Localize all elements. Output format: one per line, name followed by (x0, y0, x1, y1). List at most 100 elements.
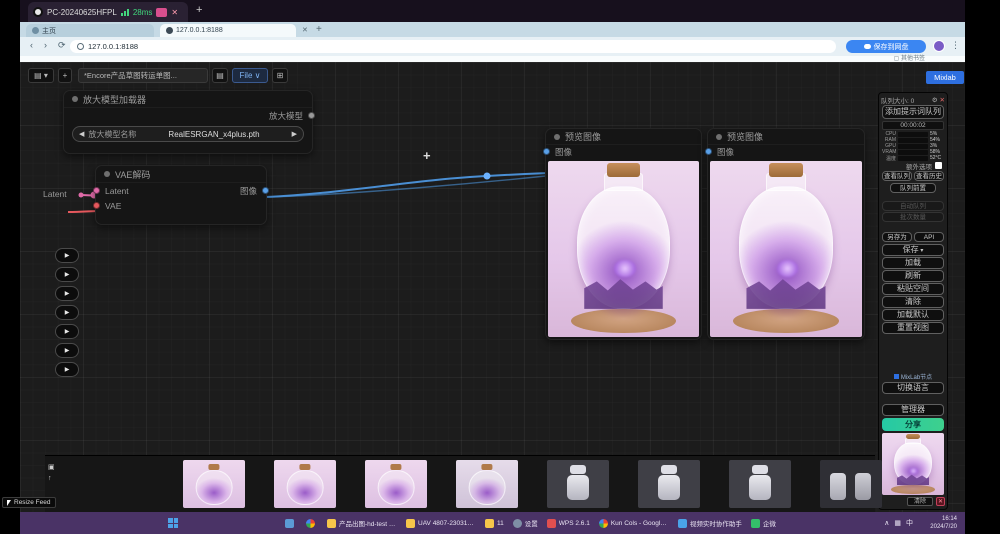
feed-thumbnail[interactable] (638, 460, 700, 508)
browser-tab-comfyui[interactable]: 127.0.0.1:8188 (160, 24, 296, 37)
taskbar-item[interactable]: 企微 (751, 518, 776, 528)
feed-thumbnail[interactable] (274, 460, 336, 508)
remote-session-tab[interactable]: PC-20240625HFPL 28ms ✕ (28, 2, 188, 22)
collapse-dot-icon[interactable] (554, 134, 560, 140)
menu-button[interactable]: 加载默认 (882, 309, 944, 321)
extra-options-row[interactable]: 额外选项 (881, 161, 945, 170)
input-slot-latent[interactable]: Latent (104, 186, 129, 196)
feed-thumbnail[interactable] (820, 460, 882, 508)
reload-icon[interactable]: ⟳ (58, 40, 66, 51)
node-title-bar[interactable]: VAE解码 (96, 166, 266, 183)
new-tab-button[interactable]: + (316, 24, 322, 35)
latest-output-thumbnail[interactable] (882, 433, 944, 495)
output-pin[interactable] (308, 112, 315, 119)
node-preview-image-1[interactable]: 预览图像 图像 (545, 128, 702, 340)
collapsed-node-pill[interactable]: ▶ (55, 286, 79, 301)
taskbar-item[interactable]: WPS 2.6.1 (547, 519, 590, 528)
dim-option-button[interactable]: 批次数量 (882, 212, 944, 222)
manager-button[interactable]: 管理器 (882, 404, 944, 416)
collapsed-node-pill[interactable]: ▶ (55, 305, 79, 320)
profile-avatar[interactable] (933, 40, 945, 52)
taskbar-item[interactable]: 11 (485, 519, 504, 528)
taskbar-item[interactable] (285, 519, 297, 528)
tray-icon[interactable]: ▦ (894, 519, 901, 527)
node-title-bar[interactable]: 预览图像 (546, 129, 701, 145)
forward-icon[interactable]: › (44, 40, 47, 50)
input-slot-vae[interactable]: VAE (96, 198, 266, 213)
save-as-button[interactable]: 另存为 (882, 232, 912, 242)
file-menu-button[interactable]: File ∨ (232, 68, 268, 83)
node-title-bar[interactable]: 预览图像 (708, 129, 864, 145)
collapse-dot-icon[interactable] (716, 134, 722, 140)
node-vae-decode[interactable]: VAE解码 Latent 图像 VAE (95, 165, 267, 225)
tray-icon[interactable]: 中 (906, 518, 913, 528)
extra-options-checkbox[interactable] (935, 162, 942, 169)
browser-tab-home[interactable]: 主页 (26, 24, 154, 37)
mixlab-nodes-row[interactable]: MixLab节点 (881, 372, 945, 381)
node-upscale-model-loader[interactable]: 放大模型加载器 放大模型 ◀ 放大模型名称 RealESRGAN_x4plus.… (63, 90, 313, 154)
new-workflow-button[interactable]: + (58, 68, 72, 83)
taskbar-item[interactable]: 产品出图-hd-test week (327, 518, 397, 528)
queue-front-button[interactable]: 队列前置 (890, 183, 936, 193)
output-slot-upscale-model[interactable]: 放大模型 (64, 108, 312, 123)
input-slot-image[interactable]: 图像 (708, 145, 864, 158)
menu-button[interactable]: 粘贴空间 (882, 283, 944, 295)
image-input-pin[interactable] (543, 148, 550, 155)
address-bar[interactable]: 127.0.0.1:8188 (70, 40, 836, 53)
collapsed-node-pill[interactable]: ▶ (55, 343, 79, 358)
taskbar-clock[interactable]: 16:14 2024/7/20 (930, 515, 957, 531)
next-value-icon[interactable]: ▶ (292, 130, 297, 138)
input-slot-image[interactable]: 图像 (546, 145, 701, 158)
new-session-button[interactable]: + (196, 4, 202, 16)
back-icon[interactable]: ‹ (30, 40, 33, 50)
settings-gear-icon[interactable]: ⚙ (932, 96, 938, 104)
workflow-folder-button[interactable]: ▤ ▾ (28, 68, 54, 83)
mixlab-button[interactable]: Mixlab (926, 71, 964, 84)
queue-prompt-button[interactable]: 添加提示词队列 (882, 105, 944, 119)
feed-thumbnail[interactable] (547, 460, 609, 508)
close-session-icon[interactable]: ✕ (171, 8, 178, 17)
model-name-widget[interactable]: ◀ 放大模型名称 RealESRGAN_x4plus.pth ▶ (72, 126, 304, 142)
menu-button[interactable]: 重置视图 (882, 322, 944, 334)
menu-button[interactable]: 清除 (882, 296, 944, 308)
node-graph-canvas[interactable]: ▤ ▾ + *Encore产品草图转运单图... ▤ File ∨ ⊞ Mixl… (20, 62, 965, 512)
taskbar-item[interactable]: UAV 4807-230312-1736 (406, 519, 476, 528)
feed-thumbnail[interactable] (456, 460, 518, 508)
view-button[interactable]: 查看队列 (882, 171, 912, 181)
taskbar-item[interactable] (306, 519, 318, 528)
panel-close-icon[interactable]: ✕ (940, 96, 945, 104)
output-slot-image[interactable]: 图像 (240, 185, 258, 197)
save-to-cloud-button[interactable]: 保存到网盘 (846, 40, 926, 53)
view-button[interactable]: 查看历史 (914, 171, 944, 181)
prev-value-icon[interactable]: ◀ (79, 130, 84, 138)
tab-close-icon[interactable]: ✕ (302, 26, 308, 34)
latent-input-pin[interactable] (93, 187, 100, 194)
reroute-dot[interactable] (484, 173, 491, 180)
image-input-pin[interactable] (705, 148, 712, 155)
taskbar-item[interactable]: 设置 (513, 518, 538, 528)
image-output-pin[interactable] (262, 187, 269, 194)
document-icon[interactable]: ▤ (212, 68, 228, 83)
node-title-bar[interactable]: 放大模型加载器 (64, 91, 312, 108)
node-preview-image-2[interactable]: 预览图像 图像 (707, 128, 865, 340)
collapsed-node-pill[interactable]: ▶ (55, 248, 79, 263)
collapse-dot-icon[interactable] (72, 96, 78, 102)
grid-view-button[interactable]: ⊞ (272, 68, 288, 83)
feed-close-button[interactable]: ✕ (936, 497, 945, 506)
vae-input-pin[interactable] (93, 202, 100, 209)
tray-icon[interactable]: ∧ (884, 519, 889, 527)
feed-layout-icon[interactable]: ▣ (48, 463, 55, 471)
start-button[interactable] (168, 518, 178, 528)
taskbar-item[interactable]: 视频实时协作助手 (678, 518, 742, 528)
dim-option-button[interactable]: 自动队列 (882, 201, 944, 211)
taskbar-item[interactable]: Kun Cols - Google Chro... (599, 519, 669, 528)
switch-language-button[interactable]: 切换语言 (882, 382, 944, 394)
feed-clear-button[interactable]: 清除 (907, 497, 933, 506)
menu-button[interactable]: 保存 (882, 244, 944, 256)
collapsed-node-pill[interactable]: ▶ (55, 267, 79, 282)
menu-button[interactable]: 刷新 (882, 270, 944, 282)
save-as-button[interactable]: API (914, 232, 944, 242)
feed-thumbnail[interactable] (365, 460, 427, 508)
feed-thumbnail[interactable] (729, 460, 791, 508)
collapsed-node-pill[interactable]: ▶ (55, 362, 79, 377)
